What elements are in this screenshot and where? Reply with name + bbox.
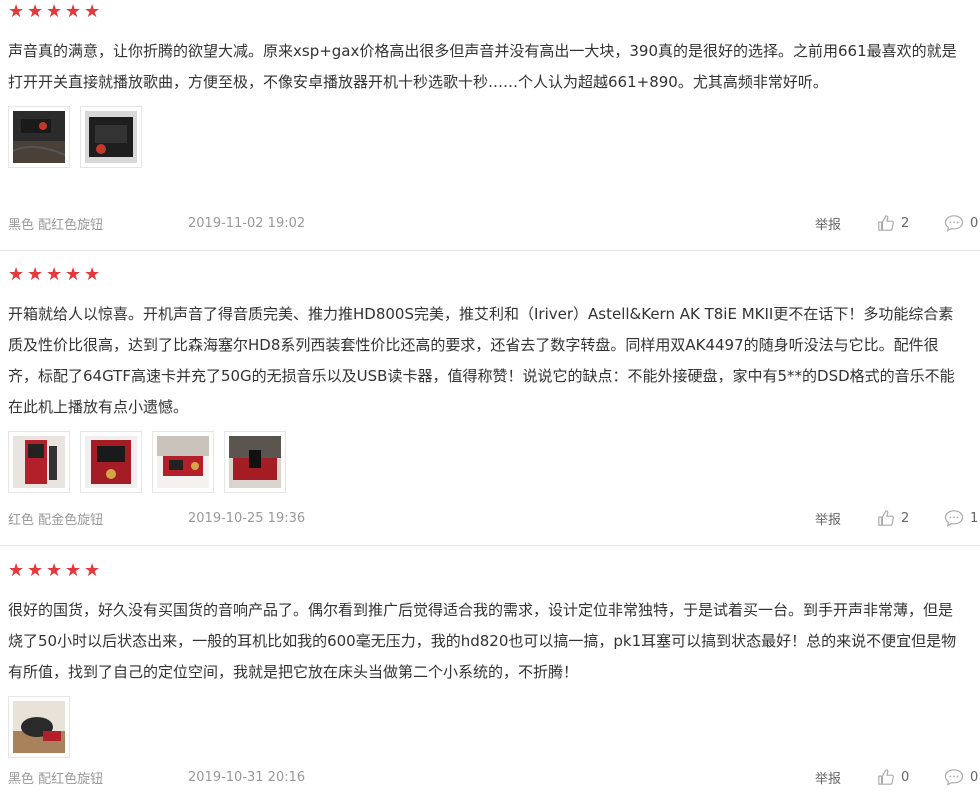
star-icon: ★ — [65, 1, 82, 22]
review-item: ★ ★ ★ ★ ★ 声音真的满意，让你折腾的欲望大减。原来xsp+gax价格高出… — [0, 0, 980, 251]
review-image-thumbnail[interactable] — [8, 696, 70, 758]
review-image-thumbnail[interactable] — [80, 106, 142, 168]
review-item: ★ ★ ★ ★ ★ 开箱就给人以惊喜。开机声音了得音质完美、推力推HD800S完… — [0, 251, 980, 546]
review-meta: 黑色 配红色旋钮 2019-10-31 20:16 举报 0 0 — [8, 766, 980, 788]
report-link[interactable]: 举报 — [815, 509, 877, 528]
review-images — [8, 696, 980, 758]
star-icon: ★ — [8, 1, 25, 22]
comment-count: 0 — [970, 769, 979, 785]
review-meta: 红色 配金色旋钮 2019-10-25 19:36 举报 2 1 — [8, 507, 980, 529]
rating-stars: ★ ★ ★ ★ ★ — [8, 266, 980, 286]
review-content: 开箱就给人以惊喜。开机声音了得音质完美、推力推HD800S完美，推艾利和（Iri… — [8, 305, 955, 416]
review-images — [8, 106, 980, 168]
review-item: ★ ★ ★ ★ ★ 很好的国货，好久没有买国货的音响产品了。偶尔看到推广后觉得适… — [0, 546, 980, 804]
comment-bubble-icon — [944, 215, 964, 232]
like-count: 2 — [901, 215, 910, 231]
comment-button[interactable]: 1 — [944, 509, 980, 527]
review-date: 2019-10-25 19:36 — [188, 510, 306, 526]
product-photo — [13, 436, 65, 488]
like-count: 0 — [901, 769, 910, 785]
star-icon: ★ — [84, 1, 101, 22]
comment-count: 0 — [970, 215, 979, 231]
star-icon: ★ — [65, 560, 82, 581]
review-image-thumbnail[interactable] — [8, 431, 70, 493]
review-image-thumbnail[interactable] — [152, 431, 214, 493]
star-icon: ★ — [46, 264, 63, 285]
like-button[interactable]: 2 — [877, 214, 944, 232]
review-image-thumbnail[interactable] — [224, 431, 286, 493]
report-link[interactable]: 举报 — [815, 214, 877, 233]
star-icon: ★ — [8, 264, 25, 285]
star-icon: ★ — [84, 264, 101, 285]
comment-bubble-icon — [944, 510, 964, 527]
review-meta: 黑色 配红色旋钮 2019-11-02 19:02 举报 2 0 — [8, 212, 980, 234]
star-icon: ★ — [46, 1, 63, 22]
review-content: 声音真的满意，让你折腾的欲望大减。原来xsp+gax价格高出很多但声音并没有高出… — [8, 42, 957, 91]
review-date: 2019-10-31 20:16 — [188, 769, 306, 785]
product-spec: 黑色 配红色旋钮 — [8, 217, 104, 233]
star-icon: ★ — [27, 264, 44, 285]
comment-button[interactable]: 0 — [944, 214, 980, 232]
review-content: 很好的国货，好久没有买国货的音响产品了。偶尔看到推广后觉得适合我的需求，设计定位… — [8, 601, 957, 681]
star-icon: ★ — [46, 560, 63, 581]
like-button[interactable]: 0 — [877, 768, 944, 786]
comment-bubble-icon — [944, 769, 964, 786]
product-photo — [85, 436, 137, 488]
product-spec: 红色 配金色旋钮 — [8, 512, 104, 528]
review-images — [8, 431, 980, 493]
product-photo — [229, 436, 281, 488]
product-photo — [13, 701, 65, 753]
comment-count: 1 — [970, 510, 979, 526]
product-photo — [12, 111, 66, 163]
star-icon: ★ — [27, 1, 44, 22]
star-icon: ★ — [27, 560, 44, 581]
like-button[interactable]: 2 — [877, 509, 944, 527]
thumbs-up-icon — [878, 215, 894, 231]
star-icon: ★ — [84, 560, 101, 581]
star-icon: ★ — [65, 264, 82, 285]
review-date: 2019-11-02 19:02 — [188, 215, 306, 231]
comment-button[interactable]: 0 — [944, 768, 980, 786]
like-count: 2 — [901, 510, 910, 526]
product-spec: 黑色 配红色旋钮 — [8, 771, 104, 787]
product-photo — [85, 111, 137, 163]
rating-stars: ★ ★ ★ ★ ★ — [8, 562, 980, 582]
report-link[interactable]: 举报 — [815, 768, 877, 787]
product-photo — [157, 436, 209, 488]
star-icon: ★ — [8, 560, 25, 581]
review-image-thumbnail[interactable] — [8, 106, 70, 168]
rating-stars: ★ ★ ★ ★ ★ — [8, 3, 980, 23]
thumbs-up-icon — [878, 769, 894, 785]
thumbs-up-icon — [878, 510, 894, 526]
review-image-thumbnail[interactable] — [80, 431, 142, 493]
